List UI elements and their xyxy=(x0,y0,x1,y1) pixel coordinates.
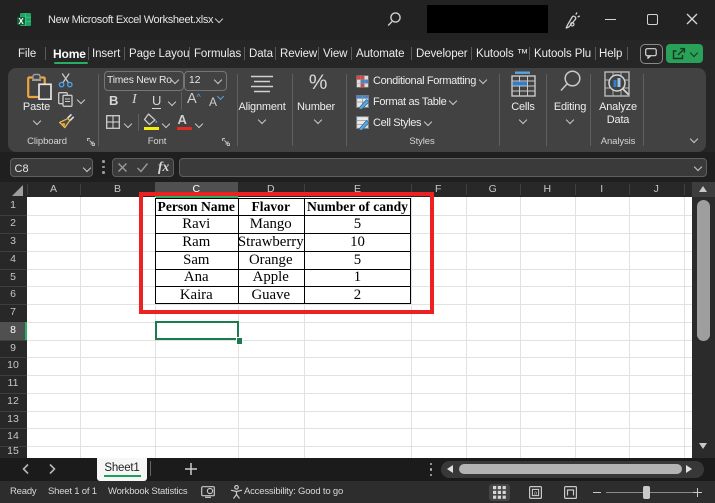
svg-text:X: X xyxy=(18,17,24,26)
